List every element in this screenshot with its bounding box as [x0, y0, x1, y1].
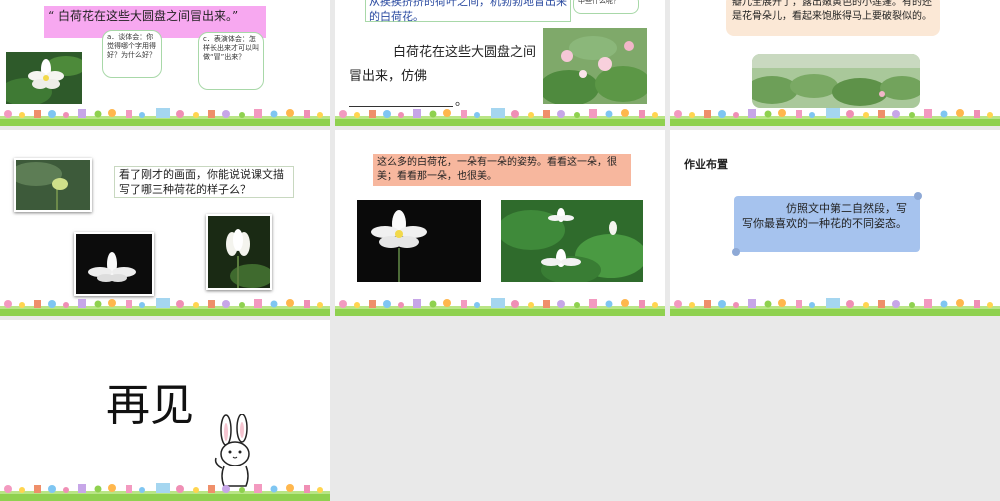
slide-2[interactable]: 从挨挨挤挤的荷叶之间，机勃勃地冒出来的白荷花。 中些什么呢？ 白荷花在这些大圆盘…: [335, 0, 665, 126]
thought-bubble-c: c．表演体会：怎样长出来才可以叫做“冒”出来？: [198, 32, 264, 90]
open-lotus-photo: [74, 232, 154, 296]
grass-decoration: [0, 483, 330, 501]
homework-title: 作业布置: [684, 158, 728, 171]
slide-4[interactable]: 看了刚才的画面，你能说说课文描写了哪三种荷花的样子么？: [0, 130, 330, 316]
posture-text-box: 这么多的白荷花，一朵有一朵的姿势。看看这一朵，很美；看看那一朵，也很美。: [373, 154, 631, 186]
homework-scroll: 仿照文中第二自然段，写写你最喜欢的一种花的不同姿态。: [732, 192, 922, 256]
goodbye-text: 再见: [106, 380, 194, 431]
small-thought-bubble: 中些什么呢？: [573, 0, 639, 14]
lotus-pond-photo: [543, 28, 647, 104]
grass-decoration: [335, 298, 665, 316]
homework-text: 仿照文中第二自然段，写写你最喜欢的一种花的不同姿态。: [742, 202, 907, 230]
slide-5[interactable]: 这么多的白荷花，一朵有一朵的姿势。看看这一朵，很美；看看那一朵，也很美。: [335, 130, 665, 316]
grass-decoration: [0, 298, 330, 316]
grass-decoration: [0, 108, 330, 126]
fill-text-line1: 白荷花在这些大圆盘之间: [393, 45, 537, 60]
question-box: 看了刚才的画面，你能说说课文描写了哪三种荷花的样子么？: [114, 166, 294, 198]
slide-3[interactable]: 瓣儿全展开了，露出嫩黄色的小莲蓬。有的还是花骨朵儿，看起来饱胀得马上要破裂似的。: [670, 0, 1000, 126]
grass-decoration: [335, 108, 665, 126]
slide-7[interactable]: 再见: [0, 320, 330, 501]
lotus-leaves-photo: [501, 200, 643, 282]
lotus-field-photo: [752, 54, 920, 108]
scroll-curl-top: [914, 192, 922, 200]
fill-text-line2: 冒出来，仿佛: [349, 69, 428, 84]
grass-decoration: [670, 108, 1000, 126]
thought-bubble-a: a．谈体会：你觉得哪个字用得好？为什么好？: [102, 30, 162, 78]
grass-decoration: [670, 298, 1000, 316]
lotus-bud-photo: [14, 158, 92, 212]
top-text-box: 从挨挨挤挤的荷叶之间，机勃勃地冒出来的白荷花。: [365, 0, 571, 23]
slide-6[interactable]: 作业布置 仿照文中第二自然段，写写你最喜欢的一种花的不同姿态。: [670, 130, 1000, 316]
lotus-photo: [6, 52, 82, 104]
description-box: 瓣儿全展开了，露出嫩黄色的小莲蓬。有的还是花骨朵儿，看起来饱胀得马上要破裂似的。: [726, 0, 940, 36]
half-open-lotus-photo: [206, 214, 272, 290]
scroll-curl-bottom: [732, 248, 740, 256]
slide-1[interactable]: “ 白荷花在这些大圆盘之间冒出来。” a．谈体会：你觉得哪个字用得好？为什么好？…: [0, 0, 330, 126]
lotus-closeup-photo: [357, 200, 481, 282]
